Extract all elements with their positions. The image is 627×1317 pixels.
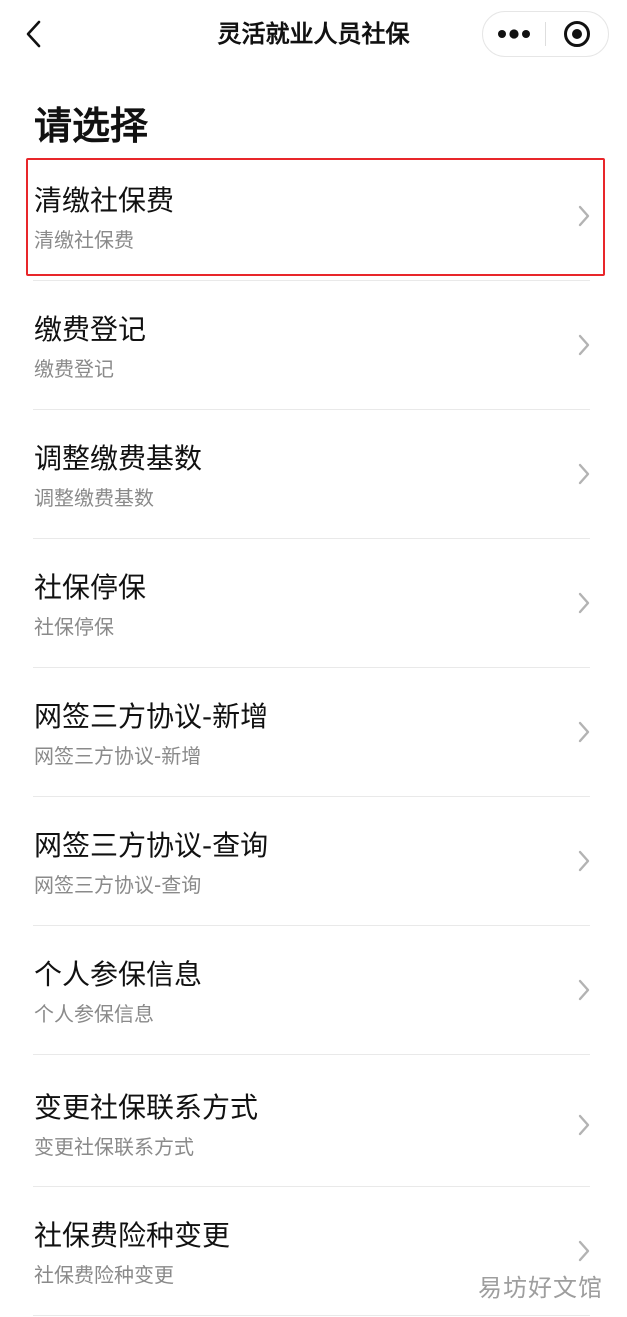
list-item[interactable]: 变更社保联系方式 变更社保联系方式 — [0, 1055, 627, 1187]
chevron-right-icon — [578, 1240, 590, 1262]
list-item-subtitle: 清缴社保费 — [34, 228, 134, 252]
list-item-subtitle: 个人参保信息 — [34, 1002, 154, 1026]
list-item[interactable]: 缴费登记 缴费登记 — [0, 281, 627, 410]
list-item-subtitle: 缴费登记 — [34, 357, 114, 381]
list-item-title: 变更社保联系方式 — [34, 1091, 259, 1124]
list-item-title: 缴费登记 — [34, 313, 147, 346]
list-item-title: 网签三方协议-新增 — [34, 700, 269, 733]
target-circle-icon — [564, 21, 590, 47]
list-item-subtitle: 变更社保联系方式 — [34, 1135, 194, 1159]
chevron-right-icon — [578, 463, 590, 485]
page: 灵活就业人员社保 请选择 清缴社保费 清缴社保费 缴费登记 缴费登记 调整缴费基… — [0, 0, 627, 1317]
list-item[interactable]: 网签三方协议-新增 网签三方协议-新增 — [0, 668, 627, 797]
list-item-subtitle: 网签三方协议-查询 — [34, 873, 202, 897]
nav-title: 灵活就业人员社保 — [217, 20, 410, 48]
list-item-title: 调整缴费基数 — [34, 442, 203, 475]
list-item-title: 网签三方协议-查询 — [34, 829, 269, 862]
list-item-title: 社保费险种变更 — [34, 1219, 231, 1252]
list-item[interactable]: 个人参保信息 个人参保信息 — [0, 926, 627, 1055]
list-item-title: 清缴社保费 — [34, 184, 175, 217]
list-item-subtitle: 社保停保 — [34, 615, 114, 639]
back-button[interactable] — [14, 14, 54, 54]
list-item[interactable]: 网签三方协议-查询 网签三方协议-查询 — [0, 797, 627, 926]
chevron-right-icon — [578, 205, 590, 227]
list-item[interactable]: 社保停保 社保停保 — [0, 539, 627, 668]
list-item-subtitle: 调整缴费基数 — [34, 486, 154, 510]
chevron-right-icon — [578, 850, 590, 872]
list-item-title: 社保停保 — [34, 571, 147, 604]
list-item-subtitle: 网签三方协议-新增 — [34, 744, 202, 768]
divider — [33, 1315, 590, 1316]
page-title: 请选择 — [34, 104, 149, 148]
list-item[interactable]: 清缴社保费 清缴社保费 — [0, 152, 627, 281]
mini-program-capsule — [482, 11, 609, 57]
chevron-left-icon — [26, 20, 41, 48]
list-item-title: 个人参保信息 — [34, 958, 203, 991]
list-item[interactable]: 调整缴费基数 调整缴费基数 — [0, 410, 627, 539]
list-item-subtitle: 社保费险种变更 — [34, 1263, 174, 1287]
chevron-right-icon — [578, 334, 590, 356]
nav-bar: 灵活就业人员社保 — [0, 0, 627, 68]
close-button[interactable] — [546, 12, 608, 56]
watermark: 易坊好文馆 — [478, 1274, 603, 1302]
chevron-right-icon — [578, 979, 590, 1001]
chevron-right-icon — [578, 592, 590, 614]
chevron-right-icon — [578, 721, 590, 743]
more-button[interactable] — [483, 12, 545, 56]
more-dots-icon — [498, 29, 530, 39]
option-list: 清缴社保费 清缴社保费 缴费登记 缴费登记 调整缴费基数 调整缴费基数 社保停保… — [0, 152, 627, 1316]
chevron-right-icon — [578, 1114, 590, 1136]
